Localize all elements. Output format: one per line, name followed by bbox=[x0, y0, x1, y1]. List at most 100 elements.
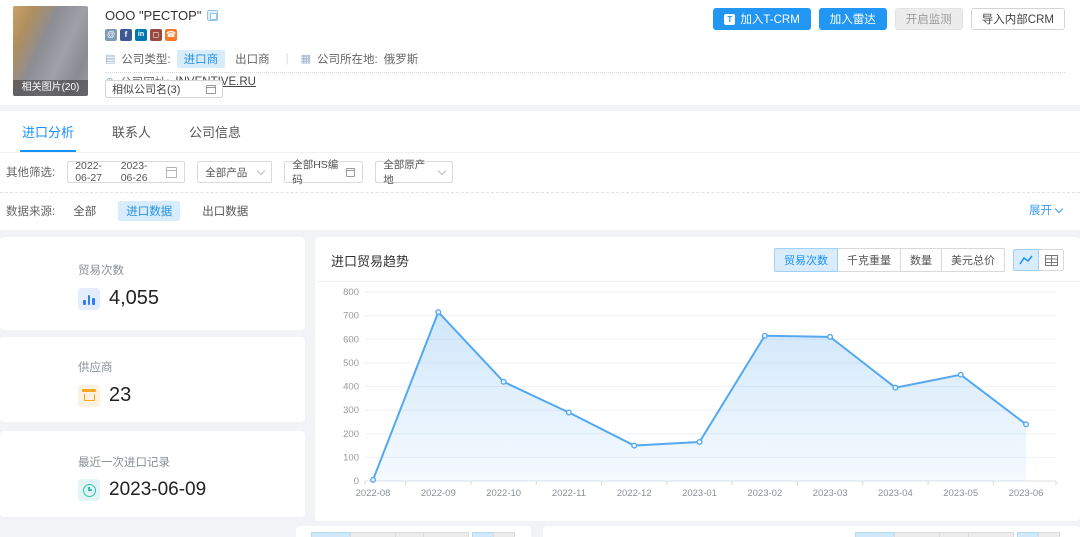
svg-text:800: 800 bbox=[343, 287, 359, 298]
source-import-data[interactable]: 进口数据 bbox=[118, 201, 180, 221]
tab-import-analysis[interactable]: 进口分析 bbox=[20, 111, 76, 152]
company-image[interactable]: 相关图片(20) bbox=[13, 6, 88, 96]
stat-value: 2023-06-09 bbox=[109, 479, 206, 501]
svg-text:400: 400 bbox=[343, 382, 359, 393]
product-select[interactable]: 全部产品 bbox=[197, 161, 272, 183]
svg-text:2023-06: 2023-06 bbox=[1009, 488, 1044, 499]
calendar-icon bbox=[166, 167, 177, 178]
metric-segment[interactable] bbox=[939, 532, 969, 537]
stat-card-last-import: 最近一次进口记录 2023-06-09 bbox=[0, 431, 305, 517]
stat-value: 4,055 bbox=[109, 287, 159, 310]
company-type-icon: ▤ bbox=[105, 54, 115, 65]
svg-text:2023-01: 2023-01 bbox=[682, 488, 717, 499]
svg-text:2022-11: 2022-11 bbox=[552, 488, 586, 499]
metric-quantity[interactable]: 数量 bbox=[900, 248, 942, 272]
metric-segment[interactable] bbox=[350, 532, 396, 537]
svg-text:2023-03: 2023-03 bbox=[813, 488, 848, 499]
metric-trade-count[interactable]: 贸易次数 bbox=[774, 248, 838, 272]
filters-label: 其他筛选: bbox=[6, 164, 55, 180]
table-icon[interactable] bbox=[1038, 249, 1064, 271]
location-label: 公司所在地: bbox=[317, 51, 378, 67]
stat-label: 贸易次数 bbox=[78, 262, 305, 278]
metric-segment[interactable] bbox=[395, 532, 425, 537]
svg-text:2022-12: 2022-12 bbox=[617, 488, 652, 499]
svg-text:200: 200 bbox=[343, 429, 359, 440]
svg-text:0: 0 bbox=[354, 476, 359, 487]
line-chart-icon[interactable] bbox=[1013, 249, 1039, 271]
svg-text:100: 100 bbox=[343, 452, 359, 463]
line-chart-icon[interactable] bbox=[472, 532, 494, 537]
social-links: @ f in ◻ ☎ bbox=[105, 29, 820, 41]
metric-segment-active[interactable] bbox=[855, 532, 895, 537]
metric-segment[interactable] bbox=[423, 532, 469, 537]
image-count-caption: 相关图片(20) bbox=[13, 80, 88, 96]
location-value: 俄罗斯 bbox=[384, 51, 419, 67]
svg-text:2022-10: 2022-10 bbox=[486, 488, 521, 499]
similar-companies-label: 相似公司名(3) bbox=[112, 81, 180, 97]
importer-tag: 进口商 bbox=[177, 50, 226, 68]
website-icon[interactable]: @ bbox=[105, 29, 117, 41]
window-icon bbox=[346, 168, 355, 177]
svg-text:2022-08: 2022-08 bbox=[356, 488, 391, 499]
exporter-tag: 出口商 bbox=[231, 50, 274, 68]
date-start: 2022-06-27 bbox=[75, 160, 116, 184]
facebook-icon[interactable]: f bbox=[120, 29, 132, 41]
clock-icon bbox=[78, 479, 100, 501]
instagram-icon[interactable]: ◻ bbox=[150, 29, 162, 41]
stat-label: 最近一次进口记录 bbox=[78, 454, 305, 470]
data-source-label: 数据来源: bbox=[6, 203, 55, 219]
stat-card-trade-count: 贸易次数 4,055 bbox=[0, 237, 305, 330]
trend-line-chart: 01002003004005006007008002022-082022-092… bbox=[329, 284, 1072, 511]
date-range-picker[interactable]: 2022-06-27 2023-06-26 bbox=[67, 161, 185, 183]
chevron-down-icon bbox=[1055, 204, 1063, 212]
dotted-divider bbox=[105, 72, 1065, 73]
linkedin-icon[interactable]: in bbox=[135, 29, 147, 41]
import-trend-card: 进口贸易趋势 贸易次数 千克重量 数量 美元总价 bbox=[315, 237, 1080, 521]
line-chart-icon[interactable] bbox=[1017, 532, 1039, 537]
view-toggle bbox=[1013, 249, 1064, 271]
svg-text:700: 700 bbox=[343, 311, 359, 322]
origin-select[interactable]: 全部原产地 bbox=[375, 161, 453, 183]
tab-contacts[interactable]: 联系人 bbox=[110, 111, 153, 152]
metric-segment[interactable] bbox=[894, 532, 940, 537]
table-icon[interactable] bbox=[493, 532, 515, 537]
divider: | bbox=[286, 53, 289, 65]
location-icon: ▦ bbox=[301, 54, 311, 65]
add-radar-button[interactable]: 加入雷达 bbox=[819, 8, 887, 30]
metric-segment-active[interactable] bbox=[311, 532, 351, 537]
phone-icon[interactable]: ☎ bbox=[165, 29, 177, 41]
tab-company-info[interactable]: 公司信息 bbox=[187, 111, 243, 152]
store-icon bbox=[78, 385, 100, 407]
copy-icon[interactable] bbox=[207, 10, 218, 21]
add-tcrm-button[interactable]: T 加入T-CRM bbox=[713, 8, 810, 30]
stat-value: 23 bbox=[109, 384, 131, 407]
similar-companies-dropdown[interactable]: 相似公司名(3) bbox=[105, 80, 223, 98]
source-export-data[interactable]: 出口数据 bbox=[194, 201, 256, 221]
chevron-down-icon bbox=[438, 166, 446, 174]
svg-text:2023-05: 2023-05 bbox=[943, 488, 978, 499]
window-icon bbox=[206, 85, 216, 94]
stat-label: 供应商 bbox=[78, 359, 305, 375]
tcrm-icon: T bbox=[724, 14, 735, 25]
metric-usd-total[interactable]: 美元总价 bbox=[941, 248, 1005, 272]
svg-text:300: 300 bbox=[343, 405, 359, 416]
bottom-right-card bbox=[543, 526, 1080, 537]
metric-kg-weight[interactable]: 千克重量 bbox=[837, 248, 901, 272]
import-crm-button[interactable]: 导入内部CRM bbox=[971, 8, 1065, 30]
start-monitoring-button[interactable]: 开启监测 bbox=[895, 8, 963, 30]
company-type-label: 公司类型: bbox=[121, 51, 170, 67]
expand-link[interactable]: 展开 bbox=[1029, 202, 1062, 218]
svg-text:2023-04: 2023-04 bbox=[878, 488, 913, 499]
svg-text:600: 600 bbox=[343, 334, 359, 345]
metric-segmented-control: 贸易次数 千克重量 数量 美元总价 bbox=[774, 248, 1005, 272]
table-icon[interactable] bbox=[1038, 532, 1060, 537]
stat-card-suppliers: 供应商 23 bbox=[0, 337, 305, 422]
bottom-left-card bbox=[296, 526, 531, 537]
hs-code-input[interactable]: 全部HS编码 bbox=[284, 161, 363, 183]
date-end: 2023-06-26 bbox=[121, 160, 162, 184]
svg-text:500: 500 bbox=[343, 358, 359, 369]
metric-segment[interactable] bbox=[968, 532, 1014, 537]
tab-bar: 进口分析 联系人 公司信息 bbox=[0, 111, 1080, 153]
bar-chart-icon bbox=[78, 288, 100, 310]
source-all[interactable]: 全部 bbox=[65, 201, 104, 221]
